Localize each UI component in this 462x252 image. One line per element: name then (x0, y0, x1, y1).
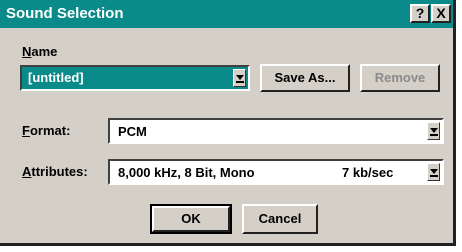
title-bar[interactable]: Sound Selection ? X (0, 0, 453, 28)
attributes-value: 8,000 kHz, 8 Bit, Mono (118, 165, 255, 180)
format-label: Format: (22, 123, 71, 138)
dropdown-bar-icon (236, 81, 244, 83)
cancel-button[interactable]: Cancel (242, 204, 318, 234)
save-as-label: Save As... (274, 70, 336, 85)
attributes-dropdown-button[interactable] (427, 163, 440, 181)
format-combobox[interactable]: PCM (108, 118, 444, 144)
chevron-down-icon (430, 128, 438, 133)
name-value: [untitled] (28, 70, 84, 85)
name-label: Name (22, 44, 58, 59)
remove-button: Remove (360, 64, 440, 92)
format-dropdown-button[interactable] (427, 122, 440, 140)
ok-button[interactable]: OK (150, 204, 232, 234)
attributes-combobox[interactable]: 8,000 kHz, 8 Bit, Mono 7 kb/sec (108, 159, 444, 185)
name-combobox[interactable]: [untitled] (20, 65, 250, 91)
remove-label: Remove (374, 70, 426, 85)
attributes-label: Attributes: (22, 164, 88, 179)
ok-label: OK (181, 211, 201, 226)
dropdown-bar-icon (430, 175, 438, 177)
format-value: PCM (118, 124, 147, 139)
chevron-down-icon (236, 75, 244, 80)
save-as-button[interactable]: Save As... (260, 64, 350, 92)
attributes-rate: 7 kb/sec (342, 165, 394, 180)
dropdown-bar-icon (430, 134, 438, 136)
cancel-label: Cancel (258, 211, 302, 226)
close-button[interactable]: X (431, 4, 451, 23)
dialog-title: Sound Selection (6, 5, 124, 22)
sound-selection-dialog: Sound Selection ? X Name [untitled] Save… (0, 0, 456, 246)
name-dropdown-button[interactable] (233, 69, 246, 87)
chevron-down-icon (430, 169, 438, 174)
help-button[interactable]: ? (410, 4, 430, 23)
